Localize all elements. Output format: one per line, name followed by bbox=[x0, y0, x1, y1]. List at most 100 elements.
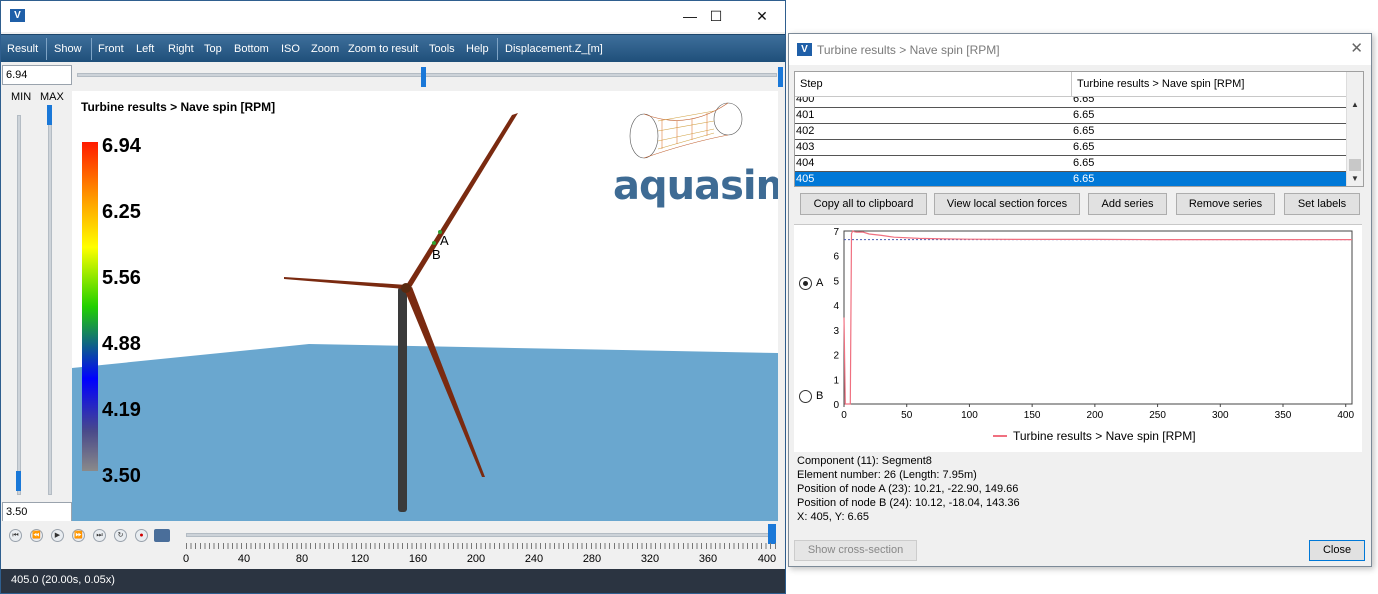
timeline-tick: 400 bbox=[757, 553, 777, 565]
menu-result[interactable]: Result bbox=[7, 35, 38, 63]
first-frame-icon[interactable]: ⏮ bbox=[9, 529, 22, 542]
table-row[interactable]: 402 6.65 bbox=[795, 124, 1348, 140]
y-tick-label: 1 bbox=[833, 375, 839, 386]
column-header-step-label: Step bbox=[795, 72, 1072, 97]
timeline-thumb[interactable] bbox=[768, 524, 776, 544]
loop-icon[interactable]: ↻ bbox=[114, 529, 127, 542]
menu-left[interactable]: Left bbox=[136, 35, 154, 63]
min-slider-track[interactable] bbox=[17, 115, 21, 495]
menu-zoom[interactable]: Zoom bbox=[311, 35, 339, 63]
table-scrollbar[interactable]: ▲ ▼ bbox=[1346, 72, 1363, 186]
maximize-button[interactable]: ☐ bbox=[693, 1, 739, 32]
close-window-button[interactable]: ✕ bbox=[739, 1, 785, 32]
add-series-button[interactable]: Add series bbox=[1088, 193, 1167, 215]
timeline-track[interactable] bbox=[186, 533, 776, 537]
timeline-tick: 80 bbox=[295, 553, 309, 565]
menu-iso[interactable]: ISO bbox=[281, 35, 300, 63]
record-icon[interactable]: ● bbox=[135, 529, 148, 542]
max-value-input[interactable]: 6.94 bbox=[2, 65, 72, 85]
main-window: V — ☐ ✕ Result Show Front Left Right Top… bbox=[0, 0, 786, 594]
radio-node-a[interactable] bbox=[799, 277, 812, 290]
viewport-title: Turbine results > Nave spin [RPM] bbox=[81, 100, 276, 114]
min-value-input[interactable]: 3.50 bbox=[2, 502, 72, 522]
x-tick-label: 250 bbox=[1149, 410, 1166, 421]
table-cell: 402 bbox=[796, 125, 815, 137]
timeline-tick: 40 bbox=[237, 553, 251, 565]
info-xy: X: 405, Y: 6.65 bbox=[797, 511, 869, 523]
3d-viewport[interactable]: Turbine results > Nave spin [RPM] 6.94 6… bbox=[72, 91, 778, 521]
info-component: Component (11): Segment8 bbox=[797, 455, 932, 467]
dialog-title: Turbine results > Nave spin [RPM] bbox=[817, 43, 1000, 57]
menu-zoom-to-result[interactable]: Zoom to result bbox=[348, 35, 418, 63]
camera-icon[interactable] bbox=[154, 529, 170, 542]
scroll-thumb[interactable] bbox=[1349, 159, 1361, 171]
table-cell: 403 bbox=[796, 141, 815, 153]
turbine-blade-1 bbox=[405, 113, 518, 289]
play-icon[interactable]: ▶ bbox=[51, 529, 64, 542]
table-cell: 405 bbox=[796, 173, 815, 185]
menu-right[interactable]: Right bbox=[168, 35, 194, 63]
copy-to-clipboard-button[interactable]: Copy all to clipboard bbox=[800, 193, 927, 215]
table-header-overlay: Step Turbine results > Nave spin [RPM] bbox=[795, 72, 1348, 97]
table-row-selected[interactable]: 405 6.65 bbox=[795, 172, 1348, 186]
table-cell: 6.65 bbox=[1073, 173, 1095, 185]
menu-help[interactable]: Help bbox=[466, 35, 489, 63]
colorbar-label-5: 4.19 bbox=[102, 399, 141, 421]
menu-tools[interactable]: Tools bbox=[429, 35, 455, 63]
last-frame-icon[interactable]: ⏭ bbox=[93, 529, 106, 542]
min-slider-thumb[interactable] bbox=[16, 471, 21, 491]
turbine-blade-2 bbox=[284, 277, 407, 289]
playback-bar: ⏮ ⏪ ▶ ⏩ ⏭ ↻ ● 0 40 80 120 160 200 240 28… bbox=[1, 521, 785, 569]
menu-show[interactable]: Show bbox=[54, 35, 82, 63]
max-slider-track[interactable] bbox=[48, 115, 52, 495]
min-label: MIN bbox=[11, 91, 32, 103]
show-cross-section-button[interactable]: Show cross-section bbox=[794, 540, 917, 561]
colorbar-label-3: 5.56 bbox=[102, 267, 141, 289]
app-logo-icon: V bbox=[10, 9, 25, 22]
timeline-tick: 120 bbox=[350, 553, 370, 565]
fast-forward-icon[interactable]: ⏩ bbox=[72, 529, 85, 542]
results-table[interactable]: Step Turbine results > Nave spin [RPM] 4… bbox=[794, 71, 1364, 187]
timeline-tick: 280 bbox=[582, 553, 602, 565]
table-row[interactable]: 403 6.65 bbox=[795, 140, 1348, 156]
table-row[interactable]: 404 6.65 bbox=[795, 156, 1348, 172]
max-slider-thumb[interactable] bbox=[47, 105, 52, 125]
remove-series-button[interactable]: Remove series bbox=[1176, 193, 1275, 215]
table-cell: 6.65 bbox=[1073, 109, 1095, 121]
top-slider-end-thumb[interactable] bbox=[778, 67, 783, 87]
x-tick-label: 50 bbox=[901, 410, 913, 421]
info-element-number: Element number: 26 (Length: 7.95m) bbox=[797, 469, 977, 481]
legend-swatch bbox=[993, 435, 1007, 437]
scroll-up-icon[interactable]: ▲ bbox=[1351, 100, 1359, 109]
aquasim-logo-text: aquasim bbox=[613, 163, 778, 209]
scroll-down-icon[interactable]: ▼ bbox=[1351, 174, 1359, 183]
y-tick-label: 6 bbox=[833, 252, 839, 263]
close-button[interactable]: Close bbox=[1309, 540, 1365, 561]
range-panel: MIN MAX bbox=[1, 87, 71, 505]
timeline-tick: 0 bbox=[182, 553, 190, 565]
menu-front[interactable]: Front bbox=[98, 35, 124, 63]
colorbar-label-6: 3.50 bbox=[102, 465, 141, 487]
top-slider-thumb[interactable] bbox=[421, 67, 426, 87]
info-node-b-position: Position of node B (24): 10.12, -18.04, … bbox=[797, 497, 1020, 509]
colorbar-label-1: 6.94 bbox=[102, 135, 141, 157]
radio-node-b[interactable] bbox=[799, 390, 812, 403]
dialog-close-icon[interactable]: ✕ bbox=[1350, 39, 1363, 57]
top-slider-track[interactable] bbox=[77, 73, 777, 77]
table-row[interactable]: 401 6.65 bbox=[795, 108, 1348, 124]
y-tick-label: 4 bbox=[833, 301, 839, 312]
view-local-section-forces-button[interactable]: View local section forces bbox=[934, 193, 1080, 215]
line-chart[interactable]: 0 1 2 3 4 5 6 7 0 50 100 150 200 250 300 350 400 bbox=[828, 225, 1362, 453]
rewind-icon[interactable]: ⏪ bbox=[30, 529, 43, 542]
table-cell: 6.65 bbox=[1073, 125, 1095, 137]
menu-bottom[interactable]: Bottom bbox=[234, 35, 269, 63]
viewport-scroll-strip bbox=[778, 91, 785, 521]
menu-displacement[interactable]: Displacement.Z_[m] bbox=[505, 35, 603, 63]
timeline-tick: 160 bbox=[408, 553, 428, 565]
menu-top[interactable]: Top bbox=[204, 35, 222, 63]
radio-node-a-label: A bbox=[816, 277, 824, 289]
color-legend-bar bbox=[82, 142, 98, 471]
set-labels-button[interactable]: Set labels bbox=[1284, 193, 1360, 215]
dialog-app-icon: V bbox=[797, 43, 812, 56]
y-tick-label: 7 bbox=[833, 227, 839, 238]
